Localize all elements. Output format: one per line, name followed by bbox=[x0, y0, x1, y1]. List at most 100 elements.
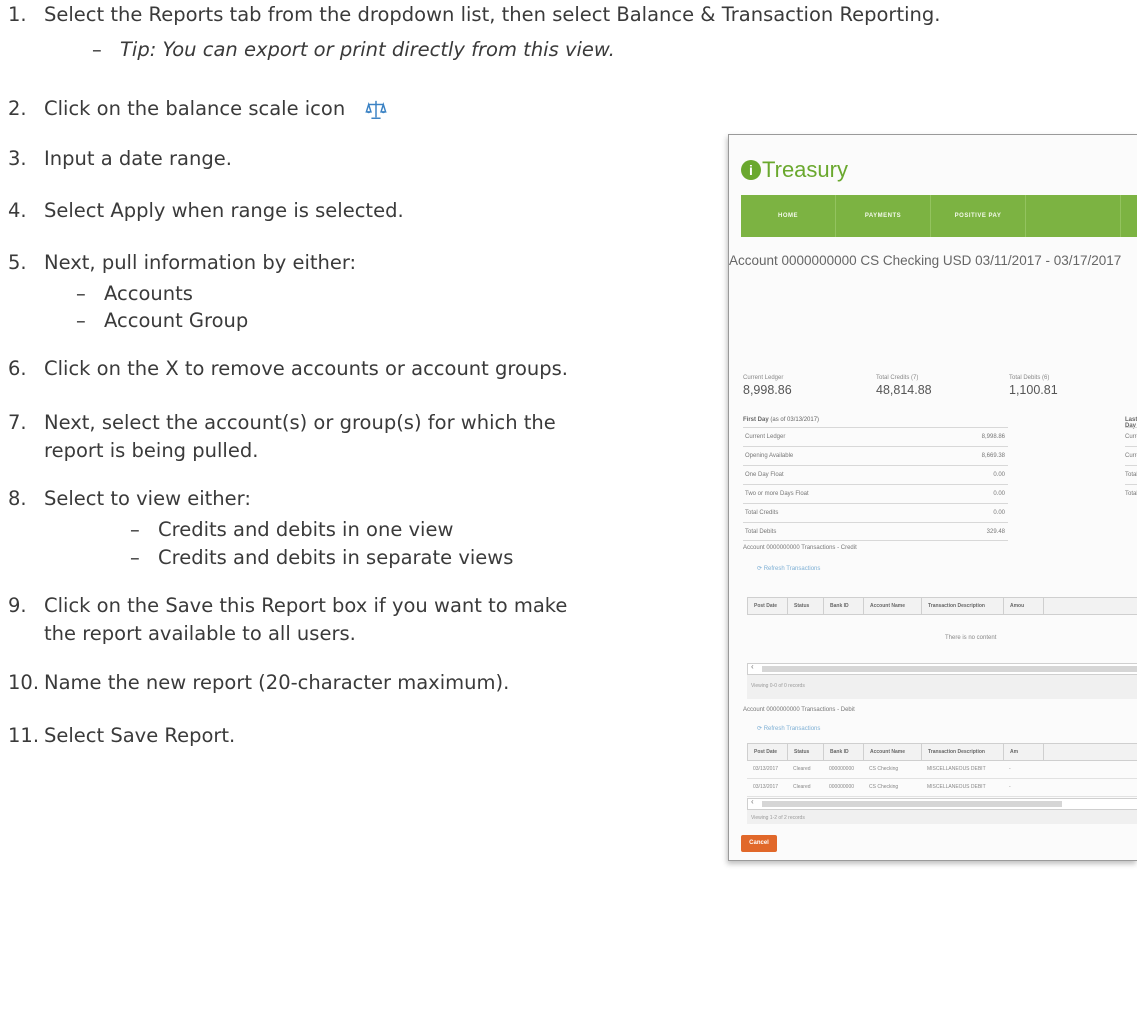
row-label: One Day Float bbox=[745, 472, 784, 478]
table-cell: Cleared bbox=[793, 766, 811, 772]
option-text: Credits and debits in separate views bbox=[158, 546, 514, 569]
column-header[interactable]: Status bbox=[788, 744, 824, 760]
step-9: 9. Click on the Save this Report box if y… bbox=[8, 593, 567, 619]
step-6: 6. Click on the X to remove accounts or a… bbox=[8, 356, 568, 382]
step-text: the report available to all users. bbox=[44, 622, 356, 645]
first-day-date: (as of 03/13/2017) bbox=[770, 417, 820, 423]
table-row: One Day Float 0.00 bbox=[743, 465, 1008, 484]
credit-scrollbar[interactable]: ‹ bbox=[747, 662, 1137, 675]
step-11: 11. Select Save Report. bbox=[8, 723, 235, 749]
row-value: 329.48 bbox=[986, 528, 1005, 535]
column-header[interactable]: Status bbox=[788, 598, 824, 614]
credit-table-footer bbox=[747, 675, 1137, 699]
step-3: 3. Input a date range. bbox=[8, 146, 232, 172]
refresh-label: Refresh Transactions bbox=[763, 726, 821, 732]
column-header[interactable]: Account Name bbox=[864, 598, 922, 614]
table-row[interactable]: 03/13/2017 Cleared 000000000 CS Checking… bbox=[747, 761, 1137, 779]
step-8-option-one-view: – Credits and debits in one view bbox=[130, 517, 453, 543]
row-label: Total Debits bbox=[745, 528, 777, 535]
column-header[interactable]: Account Name bbox=[864, 744, 922, 760]
step-5-option-accounts: – Accounts bbox=[76, 281, 193, 307]
table-cell: 000000000 bbox=[829, 784, 855, 790]
scroll-thumb[interactable] bbox=[762, 666, 1137, 672]
account-title: Account 0000000000 CS Checking USD 03/11… bbox=[729, 253, 1122, 268]
step-text: Next, select the account(s) or group(s) … bbox=[44, 411, 556, 434]
step-text: Select the Reports tab from the dropdown… bbox=[44, 3, 941, 26]
stat-value: 8,998.86 bbox=[743, 383, 792, 397]
nav-home[interactable]: HOME bbox=[741, 195, 836, 237]
scroll-left-icon[interactable]: ‹ bbox=[751, 797, 754, 806]
column-header[interactable]: Amou bbox=[1004, 598, 1044, 614]
stat-value: 1,100.81 bbox=[1009, 383, 1058, 397]
table-cell: CS Checking bbox=[869, 784, 899, 790]
scroll-left-icon[interactable]: ‹ bbox=[751, 662, 754, 671]
first-day-title: First Day (as of 03/13/2017) bbox=[743, 417, 819, 423]
row-value: 0.00 bbox=[993, 472, 1005, 478]
debit-scrollbar[interactable]: ‹ bbox=[747, 797, 1137, 810]
column-header[interactable]: Post Date bbox=[748, 744, 788, 760]
column-header[interactable]: Post Date bbox=[748, 598, 788, 614]
credit-record-count: Viewing 0-0 of 0 records bbox=[751, 683, 805, 689]
step-7: 7. Next, select the account(s) or group(s… bbox=[8, 410, 556, 436]
info-logo-icon: i bbox=[741, 160, 761, 180]
step-text: Select Apply when range is selected. bbox=[44, 199, 404, 222]
step-text: Input a date range. bbox=[44, 147, 232, 170]
credit-section-title: Account 0000000000 Transactions - Credit bbox=[743, 545, 857, 551]
table-cell: MISCELLANEOUS DEBIT bbox=[927, 784, 986, 790]
row-label: Opening Available bbox=[745, 453, 794, 459]
table-cell: 03/13/2017 bbox=[753, 766, 779, 772]
refresh-debit-link[interactable]: ⟳ Refresh Transactions bbox=[757, 725, 820, 732]
option-text: Accounts bbox=[104, 282, 193, 305]
dash-bullet: – bbox=[76, 309, 86, 332]
stat-label: Total Debits (6) bbox=[1009, 375, 1050, 381]
step-number: 4. bbox=[8, 199, 27, 222]
step-9-continued: the report available to all users. bbox=[44, 621, 356, 647]
table-cell: Cleared bbox=[793, 784, 811, 790]
table-cell: 000000000 bbox=[829, 766, 855, 772]
step-10: 10. Name the new report (20-character max… bbox=[8, 670, 509, 696]
row-value: 0.00 bbox=[993, 491, 1005, 497]
tip-line: – Tip: You can export or print directly f… bbox=[92, 37, 615, 63]
dash-bullet: – bbox=[76, 282, 86, 305]
nav-payments[interactable]: PAYMENTS bbox=[836, 195, 931, 237]
step-text: Next, pull information by either: bbox=[44, 251, 357, 274]
main-nav: HOME PAYMENTS POSITIVE PAY bbox=[741, 195, 1137, 237]
table-cell: 03/13/2017 bbox=[753, 784, 779, 790]
cancel-button[interactable]: Cancel bbox=[741, 835, 777, 852]
debit-table-footer bbox=[747, 810, 1137, 824]
column-header[interactable]: Am bbox=[1004, 744, 1044, 760]
table-row[interactable]: 03/13/2017 Cleared 000000000 CS Checking… bbox=[747, 779, 1137, 797]
table-cell: MISCELLANEOUS DEBIT bbox=[927, 766, 986, 772]
refresh-icon: ⟳ bbox=[757, 726, 763, 732]
row-value: 8,669.38 bbox=[981, 453, 1005, 459]
column-header[interactable]: Transaction Description bbox=[922, 744, 1004, 760]
scroll-thumb[interactable] bbox=[762, 801, 1062, 807]
table-row: Current Ledger 8,998.86 bbox=[743, 427, 1008, 446]
step-number: 1. bbox=[8, 3, 27, 26]
column-header[interactable]: Transaction Description bbox=[922, 598, 1004, 614]
step-text: Select to view either: bbox=[44, 487, 251, 510]
refresh-credit-link[interactable]: ⟳ Refresh Transactions bbox=[757, 565, 820, 572]
nav-positive-pay[interactable]: POSITIVE PAY bbox=[931, 195, 1026, 237]
step-8-option-separate-views: – Credits and debits in separate views bbox=[130, 545, 513, 571]
stat-total-debits: Total Debits (6) 1,100.81 bbox=[1009, 375, 1058, 397]
nav-more[interactable] bbox=[1026, 195, 1121, 237]
stat-current-ledger: Current Ledger 8,998.86 bbox=[743, 375, 792, 397]
stat-total-credits: Total Credits (7) 48,814.88 bbox=[876, 375, 932, 397]
row-value: 0.00 bbox=[993, 510, 1005, 516]
step-5-option-account-group: – Account Group bbox=[76, 308, 248, 334]
table-row: Current bbox=[1125, 446, 1137, 465]
last-day-table: Current Current Total C Total D bbox=[1125, 427, 1137, 503]
debit-table-header: Post Date Status Bank ID Account Name Tr… bbox=[747, 743, 1137, 761]
table-row: Two or more Days Float 0.00 bbox=[743, 484, 1008, 503]
credit-table-header: Post Date Status Bank ID Account Name Tr… bbox=[747, 597, 1137, 615]
step-number: 8. bbox=[8, 487, 27, 510]
option-text: Account Group bbox=[104, 309, 249, 332]
dash-bullet: – bbox=[130, 518, 140, 541]
logo-text: Treasury bbox=[762, 157, 848, 182]
step-number: 3. bbox=[8, 147, 27, 170]
step-number: 9. bbox=[8, 594, 27, 617]
column-header[interactable]: Bank ID bbox=[824, 744, 864, 760]
step-4: 4. Select Apply when range is selected. bbox=[8, 198, 404, 224]
column-header[interactable]: Bank ID bbox=[824, 598, 864, 614]
